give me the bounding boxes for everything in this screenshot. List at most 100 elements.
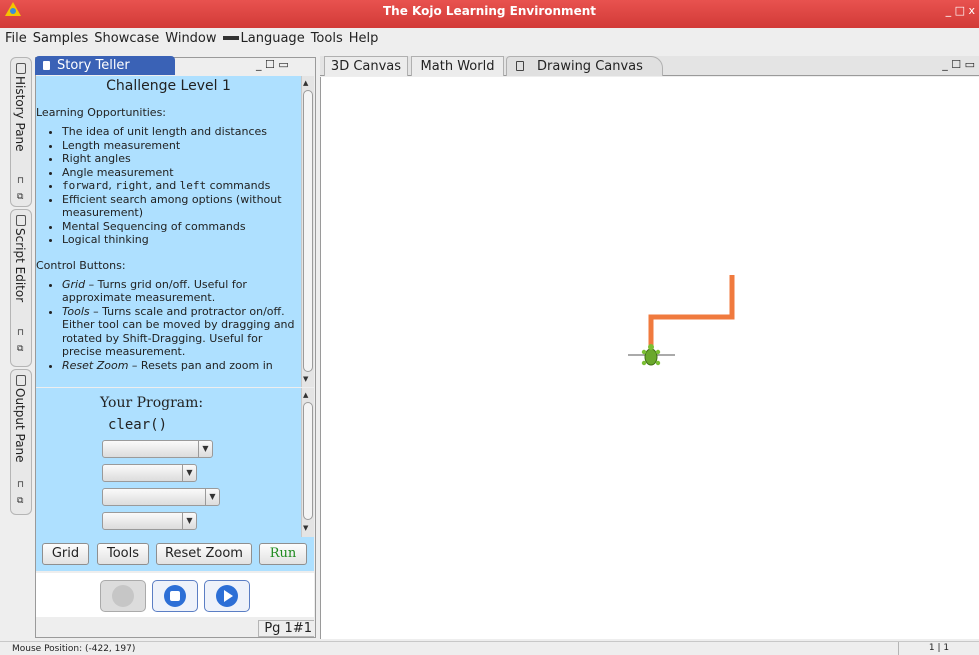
- restore-icon: [16, 63, 26, 74]
- tab-drawing-canvas[interactable]: Drawing Canvas: [506, 56, 663, 76]
- command-left: left: [179, 179, 207, 192]
- story-tab-label: Story Teller: [57, 58, 130, 73]
- menu-bar: File Samples Showcase Window Language To…: [0, 28, 979, 48]
- list-item: Right angles: [62, 152, 301, 166]
- status-right: 1 | 1: [898, 642, 979, 655]
- menu-file[interactable]: File: [5, 31, 27, 46]
- window-title: The Kojo Learning Environment: [383, 4, 596, 18]
- menu-help[interactable]: Help: [349, 31, 379, 46]
- menu-tools[interactable]: Tools: [311, 31, 343, 46]
- chevron-down-icon: ▼: [198, 441, 212, 457]
- play-triangle: [224, 590, 233, 602]
- side-tab-label: Output Pane: [13, 388, 27, 463]
- program-code: clear(): [108, 417, 168, 433]
- tools-desc: – Turns scale and protractor on/off. Eit…: [62, 304, 295, 359]
- pin-icon: ⊓: [17, 480, 25, 490]
- previous-page-button[interactable]: [100, 580, 146, 612]
- list-item: Angle measurement: [62, 166, 301, 180]
- stop-square: [170, 591, 180, 601]
- scroll-down-arrow-icon[interactable]: ▼: [303, 524, 308, 532]
- run-button[interactable]: Run: [259, 543, 307, 565]
- tab-label: Drawing Canvas: [537, 59, 643, 74]
- menu-samples[interactable]: Samples: [33, 31, 89, 46]
- restore-icon: [16, 375, 26, 386]
- next-icon: [216, 585, 238, 607]
- list-item: Grid – Turns grid on/off. Useful for app…: [62, 278, 301, 305]
- list-item: Reset Zoom – Resets pan and zoom in: [62, 359, 301, 373]
- restore-icon: [16, 215, 26, 226]
- pin-icon: ⊓: [17, 328, 25, 338]
- text-commands: commands: [206, 179, 271, 192]
- title-bar: The Kojo Learning Environment _ □ x: [0, 0, 979, 28]
- program-title: Your Program:: [100, 395, 204, 411]
- pin-icon: ⊓: [17, 176, 25, 186]
- scroll-up-arrow-icon[interactable]: ▲: [303, 79, 308, 87]
- list-item: forward, right, and left commands: [62, 179, 301, 193]
- canvas-panel-controls[interactable]: _ ☐ ▭: [942, 58, 975, 71]
- restore-icon: [516, 61, 524, 71]
- scroll-down-arrow-icon[interactable]: ▼: [303, 375, 308, 383]
- side-tab-label: Script Editor: [13, 228, 27, 303]
- command-combo-2[interactable]: ▼: [102, 464, 197, 482]
- status-bar: [0, 641, 979, 655]
- chevron-down-icon: ▼: [182, 465, 196, 481]
- canvas-drawing: [628, 275, 735, 366]
- story-scrollbar[interactable]: ▲ ▼: [301, 76, 314, 387]
- chevron-down-icon: ▼: [205, 489, 219, 505]
- float-icon: ⧉: [17, 192, 24, 202]
- float-icon: ⧉: [17, 496, 24, 506]
- story-panel-controls[interactable]: _ ☐ ▭: [256, 58, 289, 71]
- next-page-button[interactable]: [204, 580, 250, 612]
- previous-icon: [112, 585, 134, 607]
- stop-button[interactable]: [152, 580, 198, 612]
- command-combo-3[interactable]: ▼: [102, 488, 220, 506]
- document-icon: [43, 61, 50, 70]
- reset-zoom-button[interactable]: Reset Zoom: [156, 543, 252, 565]
- window-controls[interactable]: _ □ x: [946, 4, 975, 17]
- command-forward: forward: [62, 179, 109, 192]
- reset-zoom-desc: – Resets pan and zoom in: [128, 358, 273, 372]
- stop-icon: [164, 585, 186, 607]
- control-buttons-heading: Control Buttons:: [36, 258, 126, 272]
- reset-zoom-term: Reset Zoom: [62, 358, 129, 372]
- list-item: The idea of unit length and distances: [62, 125, 301, 139]
- turtle-path: [648, 275, 735, 355]
- mouse-position: Mouse Position: (-422, 197): [12, 644, 136, 654]
- side-tab-output-pane[interactable]: Output Pane ⊓ ⧉: [10, 369, 32, 515]
- list-item: Efficient search among options (without …: [62, 193, 301, 220]
- grid-button[interactable]: Grid: [42, 543, 89, 565]
- tab-3d-canvas[interactable]: 3D Canvas: [324, 56, 408, 76]
- program-scrollbar[interactable]: ▲ ▼: [301, 388, 314, 537]
- list-item: Tools – Turns scale and protractor on/of…: [62, 305, 301, 359]
- list-item: Length measurement: [62, 139, 301, 153]
- menu-window[interactable]: Window: [165, 31, 216, 46]
- menu-language[interactable]: Language: [241, 31, 305, 46]
- scroll-thumb[interactable]: [303, 90, 313, 372]
- side-tab-script-editor[interactable]: Script Editor ⊓ ⧉: [10, 209, 32, 367]
- command-combo-1[interactable]: ▼: [102, 440, 213, 458]
- page-indicator: Pg 1#1: [258, 620, 314, 637]
- tools-button[interactable]: Tools: [97, 543, 149, 565]
- language-icon: [222, 36, 239, 40]
- list-item: Logical thinking: [62, 233, 301, 247]
- scroll-up-arrow-icon[interactable]: ▲: [303, 391, 308, 399]
- text-and: , and: [148, 179, 180, 192]
- story-teller-tab[interactable]: Story Teller: [35, 56, 175, 75]
- challenge-heading: Challenge Level 1: [106, 78, 231, 94]
- command-right: right: [115, 179, 149, 192]
- tools-term: Tools: [62, 304, 90, 318]
- grid-desc: – Turns grid on/off. Useful for approxim…: [62, 277, 247, 305]
- list-item: Mental Sequencing of commands: [62, 220, 301, 234]
- grid-term: Grid: [62, 277, 86, 291]
- chevron-down-icon: ▼: [182, 513, 196, 529]
- menu-showcase[interactable]: Showcase: [94, 31, 159, 46]
- side-tab-history-pane[interactable]: History Pane ⊓ ⧉: [10, 57, 32, 207]
- drawing-canvas[interactable]: [320, 77, 979, 639]
- control-buttons-list: Grid – Turns grid on/off. Useful for app…: [36, 278, 301, 373]
- tab-math-world[interactable]: Math World: [411, 56, 504, 76]
- command-combo-4[interactable]: ▼: [102, 512, 197, 530]
- story-content: Challenge Level 1 Learning Opportunities…: [36, 76, 301, 387]
- side-tab-label: History Pane: [13, 76, 27, 152]
- learning-opportunities-heading: Learning Opportunities:: [36, 106, 167, 119]
- scroll-thumb[interactable]: [303, 402, 313, 520]
